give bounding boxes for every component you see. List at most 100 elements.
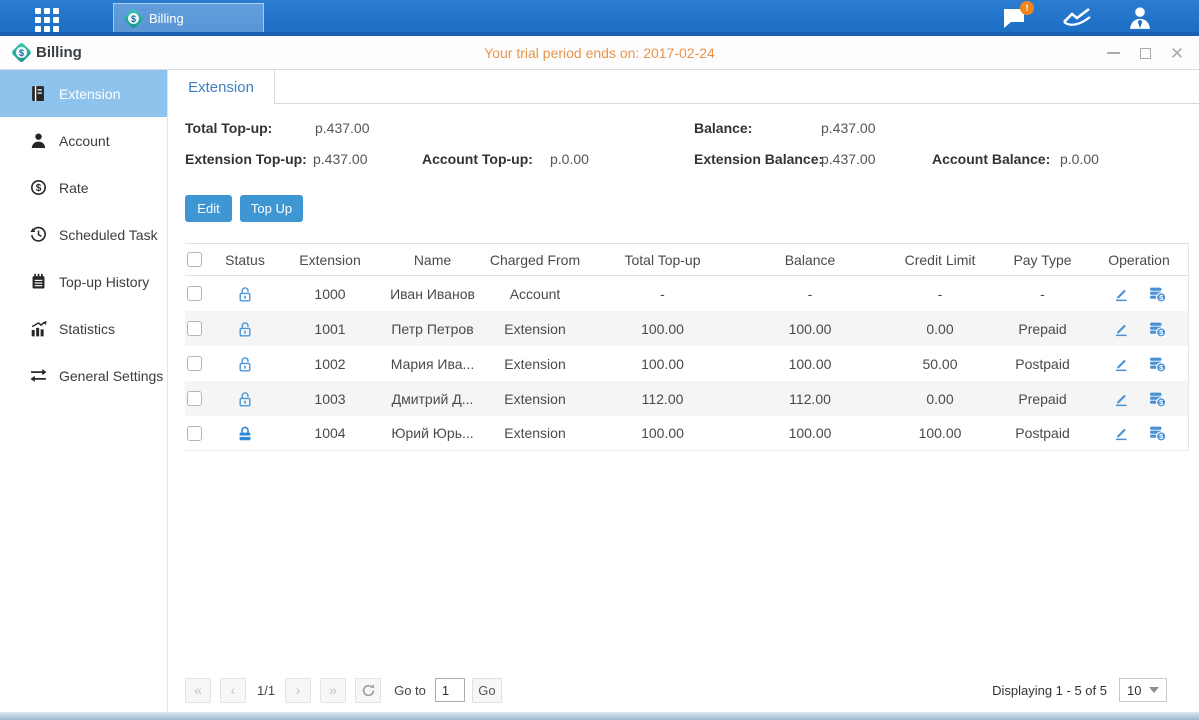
tab-extension[interactable]: Extension (168, 70, 275, 105)
person-icon (1127, 5, 1153, 31)
go-button[interactable]: Go (472, 678, 502, 703)
cell-balance: 100.00 (735, 356, 885, 372)
table-row: 1002 Мария Ива... Extension 100.00 100.0… (185, 346, 1188, 381)
cell-name: Юрий Юрь... (385, 425, 480, 441)
refresh-button[interactable] (355, 678, 381, 703)
svg-text:$: $ (36, 183, 42, 194)
sidebar-item-label: Rate (59, 180, 89, 196)
cell-name: Дмитрий Д... (385, 391, 480, 407)
cell-credit-limit: 100.00 (885, 425, 995, 441)
notification-badge: ! (1020, 1, 1034, 15)
col-name: Name (385, 252, 480, 268)
edit-extension-icon[interactable] (1112, 285, 1130, 303)
cell-name: Петр Петров (385, 321, 480, 337)
extension-topup-value: p.437.00 (313, 151, 368, 167)
messages-icon[interactable]: ! (999, 4, 1029, 32)
goto-label: Go to (394, 683, 426, 698)
cell-name: Мария Ива... (385, 356, 480, 372)
col-pay-type: Pay Type (995, 252, 1090, 268)
window-controls: ✕ (1105, 36, 1185, 70)
sidebar-item-top-up-history[interactable]: Top-up History (0, 258, 167, 305)
cell-credit-limit: - (885, 286, 995, 302)
cell-total-topup: 100.00 (590, 425, 735, 441)
top-up-button[interactable]: Top Up (240, 195, 303, 222)
close-button[interactable]: ✕ (1169, 45, 1185, 61)
sidebar-item-rate[interactable]: $ Rate (0, 164, 167, 211)
page-size-select[interactable]: 10 (1119, 678, 1167, 702)
cell-pay-type: Prepaid (995, 321, 1090, 337)
taskbar-tab-label: Billing (149, 11, 184, 26)
row-checkbox[interactable] (187, 391, 202, 406)
sidebar-item-statistics[interactable]: Statistics (0, 305, 167, 352)
row-checkbox[interactable] (187, 426, 202, 441)
page-size-value: 10 (1127, 683, 1149, 698)
next-page-button[interactable]: › (285, 678, 311, 703)
user-account-icon[interactable] (1125, 4, 1155, 32)
cell-credit-limit: 0.00 (885, 391, 995, 407)
tab-strip: Extension (168, 70, 1199, 104)
account-topup-value: p.0.00 (550, 151, 589, 167)
maximize-button[interactable] (1137, 45, 1153, 61)
cell-pay-type: Prepaid (995, 391, 1090, 407)
top-up-extension-icon[interactable]: $ (1148, 320, 1167, 338)
cell-balance: 100.00 (735, 425, 885, 441)
window-titlebar: $ Billing Your trial period ends on: 201… (0, 36, 1199, 70)
last-page-button[interactable]: » (320, 678, 346, 703)
line-chart-icon (1062, 6, 1092, 30)
col-status: Status (215, 252, 275, 268)
pagination-bar: « ‹ 1/1 › » Go to Go Displaying 1 - 5 of… (185, 677, 1189, 703)
top-up-extension-icon[interactable]: $ (1148, 390, 1167, 408)
col-charged-from: Charged From (480, 252, 590, 268)
chevron-down-icon (1149, 687, 1159, 693)
cell-total-topup: 100.00 (590, 356, 735, 372)
top-up-extension-icon[interactable]: $ (1148, 285, 1167, 303)
cell-pay-type: - (995, 286, 1090, 302)
total-topup-label: Total Top-up: (185, 120, 272, 136)
resource-monitor-icon[interactable] (1062, 4, 1092, 32)
cell-extension: 1001 (275, 321, 385, 337)
cell-total-topup: 112.00 (590, 391, 735, 407)
cell-balance: 100.00 (735, 321, 885, 337)
extension-topup-label: Extension Top-up: (185, 151, 307, 167)
cell-total-topup: - (590, 286, 735, 302)
extension-balance-label: Extension Balance: (694, 151, 823, 167)
first-page-button[interactable]: « (185, 678, 211, 703)
row-checkbox[interactable] (187, 286, 202, 301)
top-up-extension-icon[interactable]: $ (1148, 424, 1167, 442)
cell-charged-from: Extension (480, 391, 590, 407)
extension-book-icon (30, 85, 47, 102)
sidebar-item-extension[interactable]: Extension (0, 70, 167, 117)
account-person-icon (30, 132, 47, 149)
taskbar-tab-billing[interactable]: $ Billing (113, 3, 264, 33)
edit-button[interactable]: Edit (185, 195, 232, 222)
top-up-extension-icon[interactable]: $ (1148, 355, 1167, 373)
displaying-text: Displaying 1 - 5 of 5 (992, 683, 1107, 698)
table-row: 1001 Петр Петров Extension 100.00 100.00… (185, 311, 1188, 346)
sidebar-item-general-settings[interactable]: General Settings (0, 352, 167, 399)
balance-label: Balance: (694, 120, 752, 136)
cell-extension: 1004 (275, 425, 385, 441)
minimize-button[interactable] (1105, 45, 1121, 61)
edit-extension-icon[interactable] (1112, 355, 1130, 373)
apps-grid-icon[interactable] (35, 8, 73, 30)
row-checkbox[interactable] (187, 356, 202, 371)
sidebar-item-label: Statistics (59, 321, 115, 337)
select-all-checkbox[interactable] (187, 252, 202, 267)
rate-dollar-icon: $ (30, 179, 47, 196)
table-row: 1000 Иван Иванов Account - - - - $ (185, 276, 1188, 311)
row-checkbox[interactable] (187, 321, 202, 336)
prev-page-button[interactable]: ‹ (220, 678, 246, 703)
cell-total-topup: 100.00 (590, 321, 735, 337)
sidebar-item-scheduled-task[interactable]: Scheduled Task (0, 211, 167, 258)
edit-extension-icon[interactable] (1112, 390, 1130, 408)
col-operation: Operation (1090, 252, 1188, 268)
edit-extension-icon[interactable] (1112, 424, 1130, 442)
cell-extension: 1000 (275, 286, 385, 302)
unlocked-icon (236, 390, 254, 408)
unlocked-icon (236, 285, 254, 303)
sidebar-item-account[interactable]: Account (0, 117, 167, 164)
table-row: 1003 Дмитрий Д... Extension 112.00 112.0… (185, 381, 1188, 416)
goto-page-input[interactable] (435, 678, 465, 702)
edit-extension-icon[interactable] (1112, 320, 1130, 338)
sidebar-item-label: Top-up History (59, 274, 149, 290)
